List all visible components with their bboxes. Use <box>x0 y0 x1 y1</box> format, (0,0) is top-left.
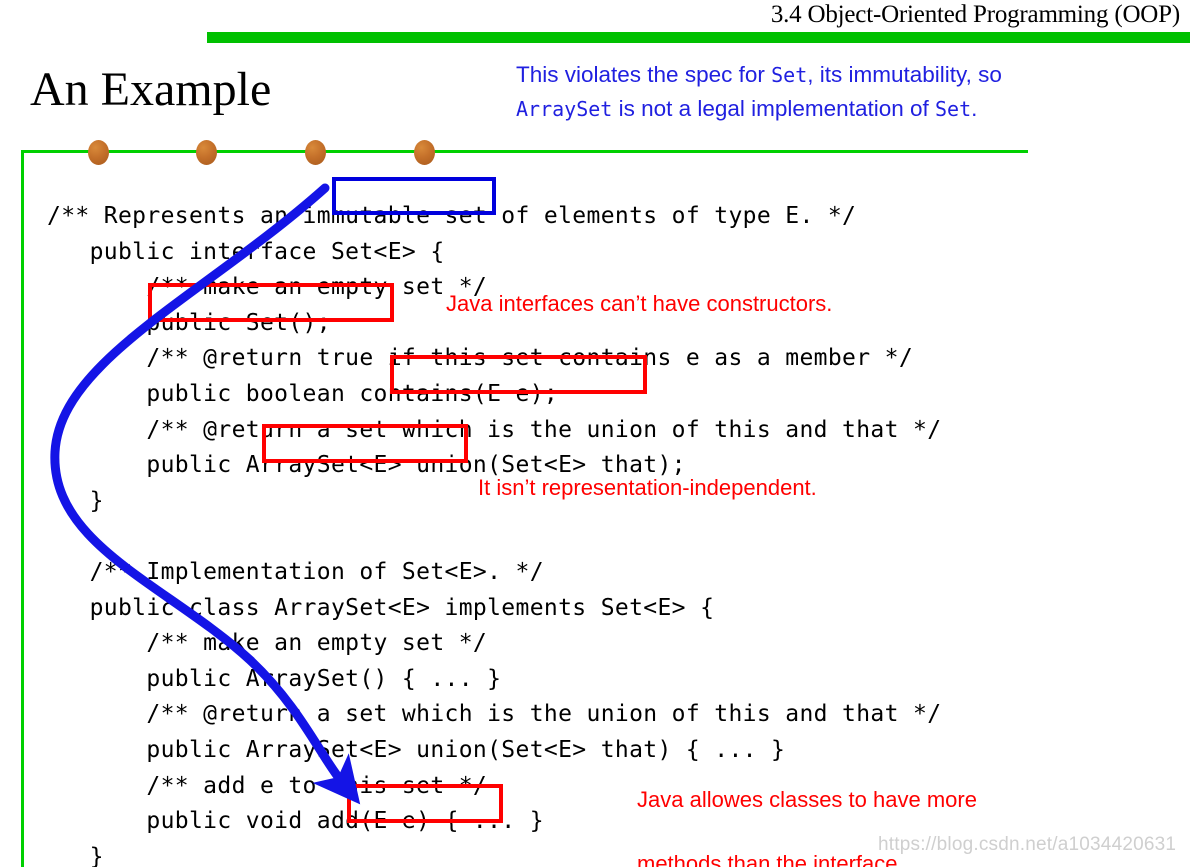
highlight-box-public-set <box>148 283 394 322</box>
bullet-dot-icon <box>414 140 435 165</box>
blue-annotation-note: This violates the spec for Set, its immu… <box>516 58 1186 126</box>
page-title: An Example <box>30 63 272 116</box>
highlight-box-immutable <box>332 177 496 215</box>
slide-canvas: 3.4 Object-Oriented Programming (OOP) An… <box>0 0 1190 867</box>
divider-horizontal-rule <box>21 150 1028 153</box>
header-green-bar <box>207 32 1190 43</box>
bullet-dot-icon <box>305 140 326 165</box>
red-annotation-constructors: Java interfaces can’t have constructors. <box>446 291 833 316</box>
watermark-text: https://blog.csdn.net/a1034420631 <box>878 834 1177 855</box>
divider-vertical-rule <box>21 150 24 867</box>
highlight-box-contains <box>390 355 647 394</box>
blue-annotation-line-2: ArraySet is not a legal implementation o… <box>516 92 1186 126</box>
blue-note-text-3: is not a legal implementation of <box>612 96 936 121</box>
bullet-dot-icon <box>196 140 217 165</box>
red-more-methods-line-1: Java allowes classes to have more <box>637 787 977 812</box>
blue-note-code-set-2: Set <box>935 97 972 121</box>
header-section-title: 3.4 Object-Oriented Programming (OOP) <box>770 1 1180 28</box>
blue-note-text-4: . <box>971 96 978 121</box>
blue-annotation-line-1: This violates the spec for Set, its immu… <box>516 58 1186 92</box>
highlight-box-add <box>347 784 503 823</box>
blue-note-text-2: , its immutability, so <box>807 62 1002 87</box>
blue-note-code-arrayset: ArraySet <box>516 97 613 121</box>
blue-note-text-1: This violates the spec for <box>516 62 772 87</box>
red-annotation-representation: It isn’t representation-independent. <box>478 475 817 500</box>
blue-note-code-set-1: Set <box>771 63 808 87</box>
bullet-dot-icon <box>88 140 109 165</box>
highlight-box-arrayset <box>262 424 468 463</box>
